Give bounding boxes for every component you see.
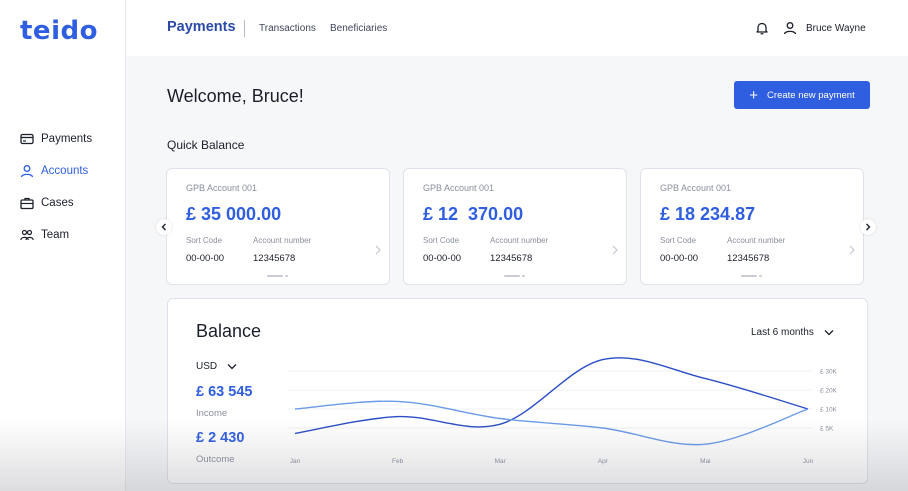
- chevron-down-icon: [824, 330, 834, 336]
- x-tick-label: Feb: [392, 458, 404, 465]
- user-name[interactable]: Bruce Wayne: [806, 23, 866, 34]
- user-icon: [20, 164, 34, 178]
- period-dropdown[interactable]: Last 6 months: [751, 327, 834, 338]
- account-card[interactable]: GPB Account 001 £ 18 234.87 Sort Code Ac…: [640, 168, 864, 285]
- sort-code-label: Sort Code: [423, 236, 460, 245]
- card-pagination: [267, 275, 289, 278]
- x-tick-label: Mar: [495, 458, 507, 465]
- account-number-value: 12345678: [253, 253, 296, 264]
- sidebar: teido Payments Accounts Cases Team: [0, 0, 126, 491]
- sidebar-item-cases[interactable]: Cases: [20, 195, 92, 211]
- sidebar-item-team[interactable]: Team: [20, 227, 92, 243]
- account-number-label: Account number: [490, 236, 549, 245]
- page-title: Welcome, Bruce!: [167, 86, 304, 106]
- sort-code-label: Sort Code: [186, 236, 223, 245]
- income-label: Income: [196, 408, 228, 419]
- create-payment-label: Create new payment: [767, 89, 855, 101]
- sort-code-value: 00-00-00: [660, 253, 699, 264]
- currency-dropdown[interactable]: USD: [196, 361, 237, 372]
- outcome-label: Outcome: [196, 454, 235, 465]
- account-number-value: 12345678: [727, 253, 770, 264]
- account-name: GPB Account 001: [186, 183, 258, 193]
- credit-card-icon: [20, 132, 34, 146]
- sort-code-value: 00-00-00: [423, 253, 462, 264]
- plus-icon: +: [749, 86, 759, 104]
- briefcase-icon: [20, 196, 34, 210]
- sidebar-item-label: Accounts: [41, 165, 89, 177]
- account-balance: £ 35 000.00: [186, 204, 282, 224]
- sidebar-item-payments[interactable]: Payments: [20, 131, 92, 147]
- chevron-right-icon[interactable]: [848, 243, 856, 255]
- tab-transactions[interactable]: Transactions: [259, 23, 316, 34]
- outcome-value: £ 2 430: [196, 430, 245, 446]
- account-number-label: Account number: [253, 236, 312, 245]
- series-line-2: [294, 400, 809, 446]
- sidebar-item-accounts[interactable]: Accounts: [20, 163, 92, 179]
- series-line-1: [294, 357, 809, 435]
- account-balance: £ 12 370.00: [423, 204, 524, 224]
- tab-beneficiaries[interactable]: Beneficiaries: [330, 23, 387, 34]
- account-number-label: Account number: [727, 236, 786, 245]
- y-tick-label: £ 5K: [820, 426, 834, 433]
- sidebar-item-label: Team: [41, 229, 70, 241]
- x-tick-label: Jan: [290, 458, 301, 465]
- sort-code-label: Sort Code: [660, 236, 697, 245]
- x-tick-label: Jun: [803, 458, 814, 465]
- tab-divider: [244, 20, 245, 37]
- y-tick-label: £ 30K: [820, 369, 838, 376]
- bell-icon[interactable]: [755, 21, 769, 35]
- main-content: Welcome, Bruce! + Create new payment Qui…: [126, 56, 908, 491]
- balance-chart: £ 5K £ 10K £ 20K £ 30K Jan Feb Mar Apr Mai Jun: [288, 357, 838, 465]
- carousel-next-button[interactable]: [860, 219, 876, 235]
- y-tick-label: £ 10K: [820, 407, 838, 414]
- chevron-left-icon: [161, 223, 166, 231]
- sidebar-nav: Payments Accounts Cases Team: [20, 131, 92, 259]
- chevron-right-icon[interactable]: [611, 243, 619, 255]
- team-icon: [20, 228, 34, 242]
- income-value: £ 63 545: [196, 384, 253, 400]
- tab-payments[interactable]: Payments: [167, 19, 236, 35]
- top-bar: Payments Transactions Beneficiaries Bruc…: [126, 0, 908, 56]
- card-pagination: [741, 275, 763, 278]
- app-logo[interactable]: teido: [20, 16, 98, 46]
- balance-title: Balance: [196, 321, 262, 341]
- chevron-down-icon: [227, 364, 237, 370]
- card-pagination: [504, 275, 526, 278]
- chevron-right-icon[interactable]: [374, 243, 382, 255]
- sidebar-item-label: Cases: [41, 197, 74, 209]
- account-name: GPB Account 001: [660, 183, 732, 193]
- period-label: Last 6 months: [751, 327, 814, 338]
- sidebar-item-label: Payments: [41, 133, 93, 145]
- account-balance: £ 18 234.87: [660, 204, 756, 224]
- balance-panel: Balance Last 6 months USD £ 63 545 Incom…: [167, 298, 868, 484]
- x-tick-label: Mai: [700, 458, 710, 465]
- chevron-right-icon: [866, 223, 871, 231]
- carousel-prev-button[interactable]: [156, 219, 172, 235]
- quick-balance-title: Quick Balance: [167, 138, 245, 152]
- x-tick-label: Apr: [598, 458, 609, 465]
- user-icon[interactable]: [783, 21, 797, 35]
- create-payment-button[interactable]: + Create new payment: [734, 81, 870, 109]
- account-number-value: 12345678: [490, 253, 533, 264]
- y-tick-label: £ 20K: [820, 388, 838, 395]
- account-card[interactable]: GPB Account 001 £ 12 370.00 Sort Code Ac…: [403, 168, 627, 285]
- account-name: GPB Account 001: [423, 183, 495, 193]
- account-card[interactable]: GPB Account 001 £ 35 000.00 Sort Code Ac…: [166, 168, 390, 285]
- currency-label: USD: [196, 361, 218, 372]
- sort-code-value: 00-00-00: [186, 253, 225, 264]
